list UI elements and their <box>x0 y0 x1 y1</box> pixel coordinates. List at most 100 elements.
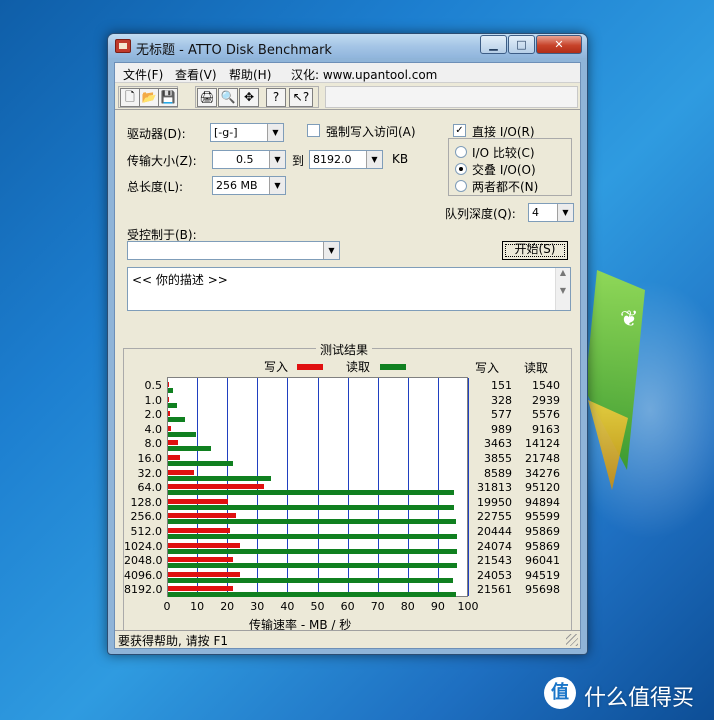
write-value: 24074 <box>477 539 512 553</box>
write-value: 8589 <box>484 466 512 480</box>
write-bar <box>168 586 233 592</box>
window-title: 无标题 - ATTO Disk Benchmark <box>136 43 332 58</box>
write-bar <box>168 571 241 577</box>
transfer-from-select[interactable]: 0.5 ▼ <box>212 150 286 169</box>
write-value: 31813 <box>477 481 512 495</box>
write-bar <box>168 425 171 431</box>
x-tick-label: 0 <box>163 600 171 613</box>
legend-write-label: 写入 <box>264 360 289 374</box>
move-icon[interactable]: ✥ <box>239 88 259 107</box>
start-button[interactable]: 开始(S) <box>502 241 568 260</box>
menu-help[interactable]: 帮助(H) <box>229 66 271 83</box>
y-tick-label: 2.0 <box>144 408 163 422</box>
read-bar <box>168 431 196 437</box>
write-bar <box>168 484 264 490</box>
radio-overlapped-io[interactable] <box>455 163 467 175</box>
read-value: 96041 <box>525 554 560 568</box>
help-icon[interactable]: ? <box>266 88 286 107</box>
resize-grip[interactable] <box>566 634 578 646</box>
client-area: 文件(F) 查看(V) 帮助(H) 汉化: www.upantool.com 🗋… <box>114 62 581 649</box>
close-button[interactable]: ✕ <box>536 35 582 54</box>
read-bar <box>168 490 455 496</box>
description-box[interactable]: << 你的描述 >> ▲ ▼ <box>127 267 571 311</box>
read-bar <box>168 563 458 569</box>
gridline <box>468 378 469 596</box>
y-tick-label: 8.0 <box>144 437 163 451</box>
write-value: 151 <box>491 379 512 392</box>
y-tick-label: 512.0 <box>130 525 163 538</box>
x-tick-label: 70 <box>370 600 385 613</box>
force-write-checkbox[interactable] <box>307 124 320 137</box>
transfer-to-select[interactable]: 8192.0 ▼ <box>309 150 383 169</box>
radio-io-compare[interactable] <box>455 146 467 158</box>
maximize-button[interactable]: □ <box>508 35 535 54</box>
menu-view[interactable]: 查看(V) <box>175 66 217 83</box>
read-value: 95120 <box>525 481 560 495</box>
watermark-logo-icon: 值 <box>544 677 576 709</box>
y-tick-label: 64.0 <box>137 481 163 495</box>
print-icon[interactable]: 🖨 <box>197 88 217 107</box>
menu-localization[interactable]: 汉化: www.upantool.com <box>291 66 437 83</box>
radio-neither[interactable] <box>455 180 467 192</box>
atto-app-icon[interactable] <box>115 39 131 53</box>
description-scrollbar[interactable]: ▲ ▼ <box>555 268 570 310</box>
toolbar-filler <box>325 86 578 108</box>
write-bar <box>168 513 237 519</box>
chevron-down-icon[interactable]: ▼ <box>366 151 382 168</box>
read-value: 95599 <box>525 510 560 524</box>
column-write-header: 写入 <box>475 361 500 375</box>
read-value: 5576 <box>532 408 560 422</box>
y-tick-label: 4096.0 <box>124 568 163 582</box>
queue-depth-select[interactable]: 4 ▼ <box>528 203 574 222</box>
drive-select[interactable]: [-g-] ▼ <box>210 123 284 142</box>
write-value: 3855 <box>484 452 512 465</box>
read-bar <box>168 417 185 423</box>
read-value: 94519 <box>525 568 560 582</box>
write-bar <box>168 542 241 548</box>
x-tick-label: 80 <box>400 600 415 613</box>
transfer-from-value: 0.5 <box>236 153 254 166</box>
write-bar <box>168 396 169 402</box>
write-value: 22755 <box>477 510 512 524</box>
total-length-select[interactable]: 256 MB ▼ <box>212 176 286 195</box>
read-bar <box>168 402 177 408</box>
read-value: 34276 <box>525 466 560 480</box>
menu-file[interactable]: 文件(F) <box>123 66 163 83</box>
minimize-button[interactable]: ▁ <box>480 35 507 54</box>
io-mode-group: I/O 比较(C) 交叠 I/O(O) 两者都不(N) <box>448 138 572 196</box>
chevron-down-icon[interactable]: ▼ <box>269 151 285 168</box>
chevron-down-icon[interactable]: ▼ <box>323 242 339 259</box>
new-file-icon[interactable]: 🗋 <box>120 88 140 107</box>
read-bar <box>168 592 457 598</box>
print-preview-icon[interactable]: 🔍 <box>218 88 238 107</box>
direct-io-checkbox[interactable]: ✓ <box>453 124 466 137</box>
status-text: 要获得帮助, 请按 F1 <box>118 634 228 648</box>
y-tick-label: 1.0 <box>144 393 163 407</box>
description-text: << 你的描述 >> <box>132 273 228 287</box>
transfer-to-value: 8192.0 <box>313 153 352 166</box>
read-bar <box>168 577 453 583</box>
read-bar <box>168 548 457 554</box>
open-folder-icon[interactable]: 📂 <box>139 88 159 107</box>
context-help-icon[interactable]: ↖? <box>289 88 313 107</box>
transfer-unit: KB <box>392 152 409 166</box>
legend-write-swatch <box>297 364 323 370</box>
write-value: 577 <box>491 408 512 422</box>
controlled-by-select[interactable]: ▼ <box>127 241 340 260</box>
read-bar <box>168 461 234 466</box>
radio-io-compare-label: I/O 比较(C) <box>472 146 535 160</box>
chevron-down-icon[interactable]: ▼ <box>267 124 283 141</box>
write-bar <box>168 557 233 563</box>
y-tick-label: 256.0 <box>130 510 163 524</box>
write-value: 989 <box>491 422 512 436</box>
read-bar <box>168 534 457 539</box>
y-tick-label: 32.0 <box>137 466 163 480</box>
write-value: 328 <box>491 393 512 407</box>
chevron-down-icon[interactable]: ▼ <box>557 204 573 221</box>
write-value: 3463 <box>484 437 512 451</box>
save-icon[interactable]: 💾 <box>158 88 178 107</box>
drive-label: 驱动器(D): <box>127 127 186 141</box>
chevron-down-icon[interactable]: ▼ <box>269 177 285 194</box>
read-value: 9163 <box>532 422 560 436</box>
title-bar[interactable]: 无标题 - ATTO Disk Benchmark ▁ □ ✕ <box>108 34 587 58</box>
